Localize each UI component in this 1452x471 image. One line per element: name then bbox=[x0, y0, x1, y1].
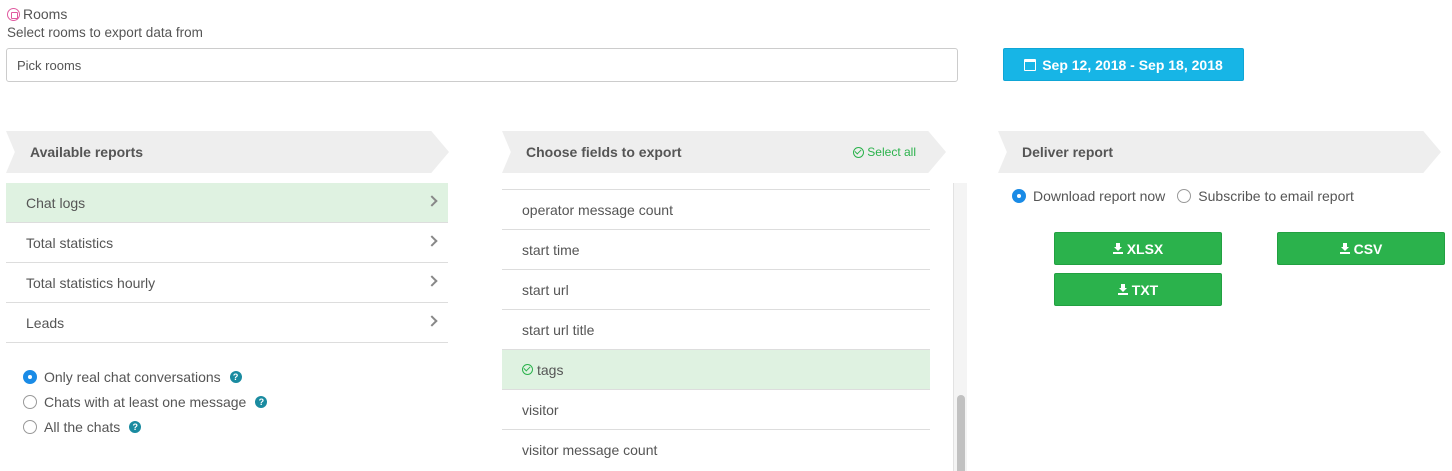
filter-option-all-chats[interactable]: All the chats ? bbox=[23, 414, 267, 439]
date-range-button[interactable]: Sep 12, 2018 - Sep 18, 2018 bbox=[1003, 48, 1244, 81]
deliver-label: Download report now bbox=[1033, 188, 1166, 204]
report-item-total-statistics[interactable]: Total statistics bbox=[6, 223, 448, 263]
xlsx-label: XLSX bbox=[1126, 240, 1164, 257]
deliver-download-now[interactable]: Download report now bbox=[1012, 186, 1165, 206]
help-icon[interactable]: ? bbox=[229, 370, 242, 383]
field-label: start time bbox=[522, 241, 580, 258]
radio-button[interactable] bbox=[1012, 189, 1026, 203]
report-item-leads[interactable]: Leads bbox=[6, 303, 448, 343]
chevron-right-icon bbox=[426, 314, 438, 327]
field-item[interactable]: start url title bbox=[502, 309, 930, 349]
field-item[interactable]: visitor message count bbox=[502, 429, 930, 469]
deliver-subscribe-email[interactable]: Subscribe to email report bbox=[1177, 186, 1354, 206]
select-all-label: Select all bbox=[867, 145, 916, 159]
filter-label: Chats with at least one message bbox=[44, 393, 247, 410]
rooms-title: Rooms bbox=[23, 6, 68, 22]
download-txt-button[interactable]: TXT bbox=[1054, 273, 1222, 306]
radio-button[interactable] bbox=[23, 394, 37, 409]
scrollbar-thumb[interactable] bbox=[957, 395, 965, 471]
help-icon[interactable]: ? bbox=[255, 395, 268, 408]
check-circle-icon bbox=[853, 146, 865, 158]
choose-fields-header: Choose fields to export Select all bbox=[502, 131, 946, 173]
download-icon bbox=[1112, 243, 1123, 254]
help-icon[interactable]: ? bbox=[129, 420, 142, 433]
rooms-icon bbox=[7, 7, 20, 21]
report-label: Total statistics bbox=[26, 234, 114, 251]
rooms-heading: Rooms bbox=[7, 6, 67, 22]
deliver-report-header: Deliver report bbox=[998, 131, 1441, 173]
rooms-subtitle: Select rooms to export data from bbox=[7, 25, 203, 40]
report-label: Total statistics hourly bbox=[26, 274, 156, 291]
download-xlsx-button[interactable]: XLSX bbox=[1054, 232, 1222, 265]
chevron-right-icon bbox=[426, 274, 438, 287]
field-item[interactable]: visitor bbox=[502, 389, 930, 429]
field-label: start url bbox=[522, 281, 569, 298]
filter-label: Only real chat conversations bbox=[44, 368, 221, 385]
fields-list: operator message count start time start … bbox=[502, 183, 930, 471]
field-label: visitor bbox=[522, 401, 559, 418]
field-item[interactable]: start url bbox=[502, 269, 930, 309]
report-label: Leads bbox=[26, 314, 65, 331]
choose-fields-title: Choose fields to export bbox=[526, 144, 682, 160]
download-csv-button[interactable]: CSV bbox=[1277, 232, 1445, 265]
filter-option-real-chats[interactable]: Only real chat conversations ? bbox=[23, 364, 267, 389]
pick-rooms-input[interactable] bbox=[6, 48, 958, 82]
radio-button[interactable] bbox=[23, 419, 37, 434]
field-item-selected[interactable]: tags bbox=[502, 349, 930, 389]
chevron-right-icon bbox=[426, 234, 438, 247]
radio-button[interactable] bbox=[1177, 189, 1192, 203]
select-all-button[interactable]: Select all bbox=[853, 145, 916, 159]
radio-button[interactable] bbox=[23, 369, 37, 384]
filter-option-one-message[interactable]: Chats with at least one message ? bbox=[23, 389, 268, 414]
chat-filter-radios: Only real chat conversations ? Chats wit… bbox=[23, 364, 268, 439]
txt-label: TXT bbox=[1131, 281, 1159, 298]
reports-list: Chat logs Total statistics Total statist… bbox=[6, 183, 448, 343]
report-item-total-statistics-hourly[interactable]: Total statistics hourly bbox=[6, 263, 448, 303]
available-reports-header: Available reports bbox=[6, 131, 449, 173]
field-label: visitor message count bbox=[522, 441, 658, 458]
chevron-right-icon bbox=[426, 194, 438, 207]
field-item[interactable]: operator message count bbox=[502, 189, 930, 229]
fields-scrollbar[interactable] bbox=[953, 183, 967, 471]
field-label: start url title bbox=[522, 321, 595, 338]
field-item[interactable]: start time bbox=[502, 229, 930, 269]
report-label: Chat logs bbox=[26, 194, 86, 211]
deliver-label: Subscribe to email report bbox=[1198, 188, 1354, 204]
download-icon bbox=[1117, 284, 1128, 295]
field-label: tags bbox=[537, 361, 564, 378]
calendar-icon bbox=[1024, 58, 1037, 71]
csv-label: CSV bbox=[1353, 240, 1383, 257]
deliver-options: Download report now Subscribe to email r… bbox=[1012, 186, 1354, 206]
filter-label: All the chats bbox=[44, 418, 121, 435]
date-range-label: Sep 12, 2018 - Sep 18, 2018 bbox=[1042, 56, 1223, 73]
deliver-report-title: Deliver report bbox=[1022, 144, 1114, 160]
check-circle-icon bbox=[522, 364, 533, 375]
report-item-chat-logs[interactable]: Chat logs bbox=[6, 183, 448, 223]
available-reports-title: Available reports bbox=[30, 144, 144, 160]
field-label: operator message count bbox=[522, 201, 673, 218]
download-icon bbox=[1339, 243, 1350, 254]
